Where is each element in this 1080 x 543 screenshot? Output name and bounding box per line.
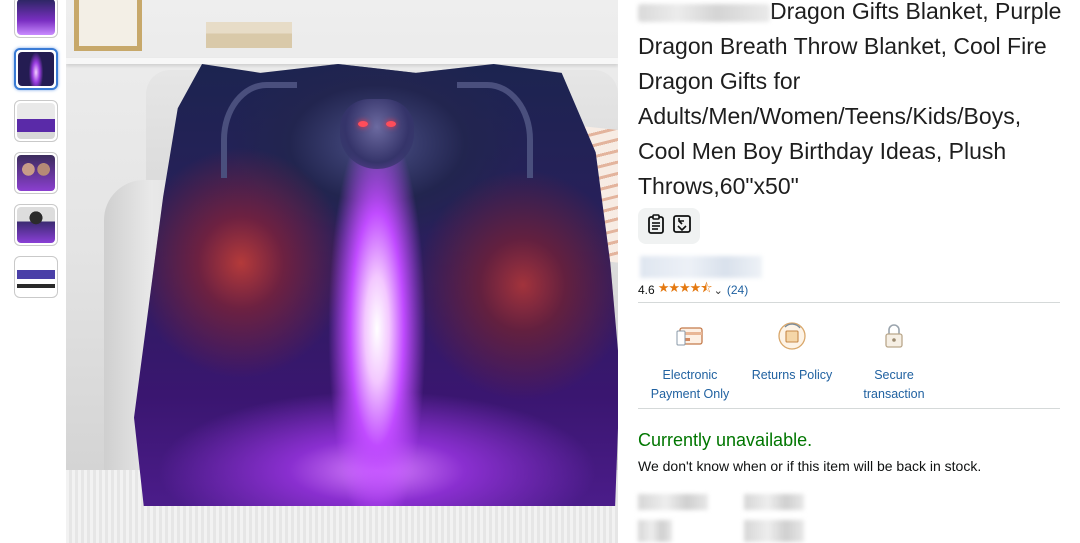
dragon-horn-left bbox=[221, 81, 298, 178]
redacted-detail bbox=[638, 520, 672, 542]
dragon-blanket bbox=[134, 64, 618, 506]
thumbnail-2[interactable] bbox=[14, 48, 58, 90]
divider bbox=[638, 302, 1060, 303]
thumbnail-5[interactable] bbox=[14, 204, 58, 246]
chevron-down-icon[interactable]: ⌄ bbox=[714, 284, 723, 297]
product-title-text: Dragon Gifts Blanket, Purple Dragon Brea… bbox=[638, 0, 1062, 199]
shelf-decor bbox=[66, 58, 618, 64]
clipboard-icon[interactable] bbox=[645, 213, 667, 240]
redacted-detail bbox=[638, 494, 708, 510]
rating-value: 4.6 bbox=[638, 283, 655, 297]
feature-label: Returns Policy bbox=[751, 368, 833, 382]
redacted-brand bbox=[638, 3, 770, 22]
thumbnail-3[interactable] bbox=[14, 100, 58, 142]
product-title: Dragon Gifts Blanket, Purple Dragon Brea… bbox=[638, 0, 1068, 204]
feature-returns-policy[interactable]: Returns Policy bbox=[740, 312, 844, 385]
redacted-store-link[interactable] bbox=[640, 256, 762, 278]
returns-box-icon bbox=[776, 320, 808, 352]
books-decor bbox=[206, 22, 292, 48]
availability-status: Currently unavailable. bbox=[638, 430, 813, 450]
thumbnail-1[interactable] bbox=[14, 0, 58, 38]
thumbnail-6[interactable] bbox=[14, 256, 58, 298]
rating-summary[interactable]: 4.6 ★★★★⯪ ⌄ (24) bbox=[638, 280, 748, 298]
thumbnail-strip bbox=[0, 0, 64, 543]
divider bbox=[638, 408, 1060, 409]
rating-count-link[interactable]: (24) bbox=[727, 283, 748, 297]
redacted-detail bbox=[744, 520, 804, 542]
bookmark-return-icon[interactable] bbox=[671, 213, 693, 240]
feature-label: Electronic Payment Only bbox=[650, 368, 730, 401]
picture-frame-decor bbox=[74, 0, 142, 51]
redacted-detail bbox=[744, 494, 804, 510]
feature-secure-transaction[interactable]: Secure transaction bbox=[842, 312, 946, 404]
trust-features: Electronic Payment Only Returns Policy S… bbox=[638, 312, 938, 407]
dragon-horn-right bbox=[456, 81, 533, 178]
main-product-image[interactable] bbox=[66, 0, 618, 543]
thumbnail-4[interactable] bbox=[14, 152, 58, 194]
star-rating-icon: ★★★★⯪ bbox=[657, 280, 713, 295]
dragon-head bbox=[340, 99, 414, 170]
feature-label: Secure transaction bbox=[863, 368, 925, 401]
feature-electronic-payment[interactable]: Electronic Payment Only bbox=[638, 312, 742, 404]
lock-icon bbox=[878, 320, 910, 352]
availability-note: We don't know when or if this item will … bbox=[638, 458, 982, 474]
card-payment-icon bbox=[674, 320, 706, 352]
action-icons[interactable] bbox=[638, 208, 700, 244]
